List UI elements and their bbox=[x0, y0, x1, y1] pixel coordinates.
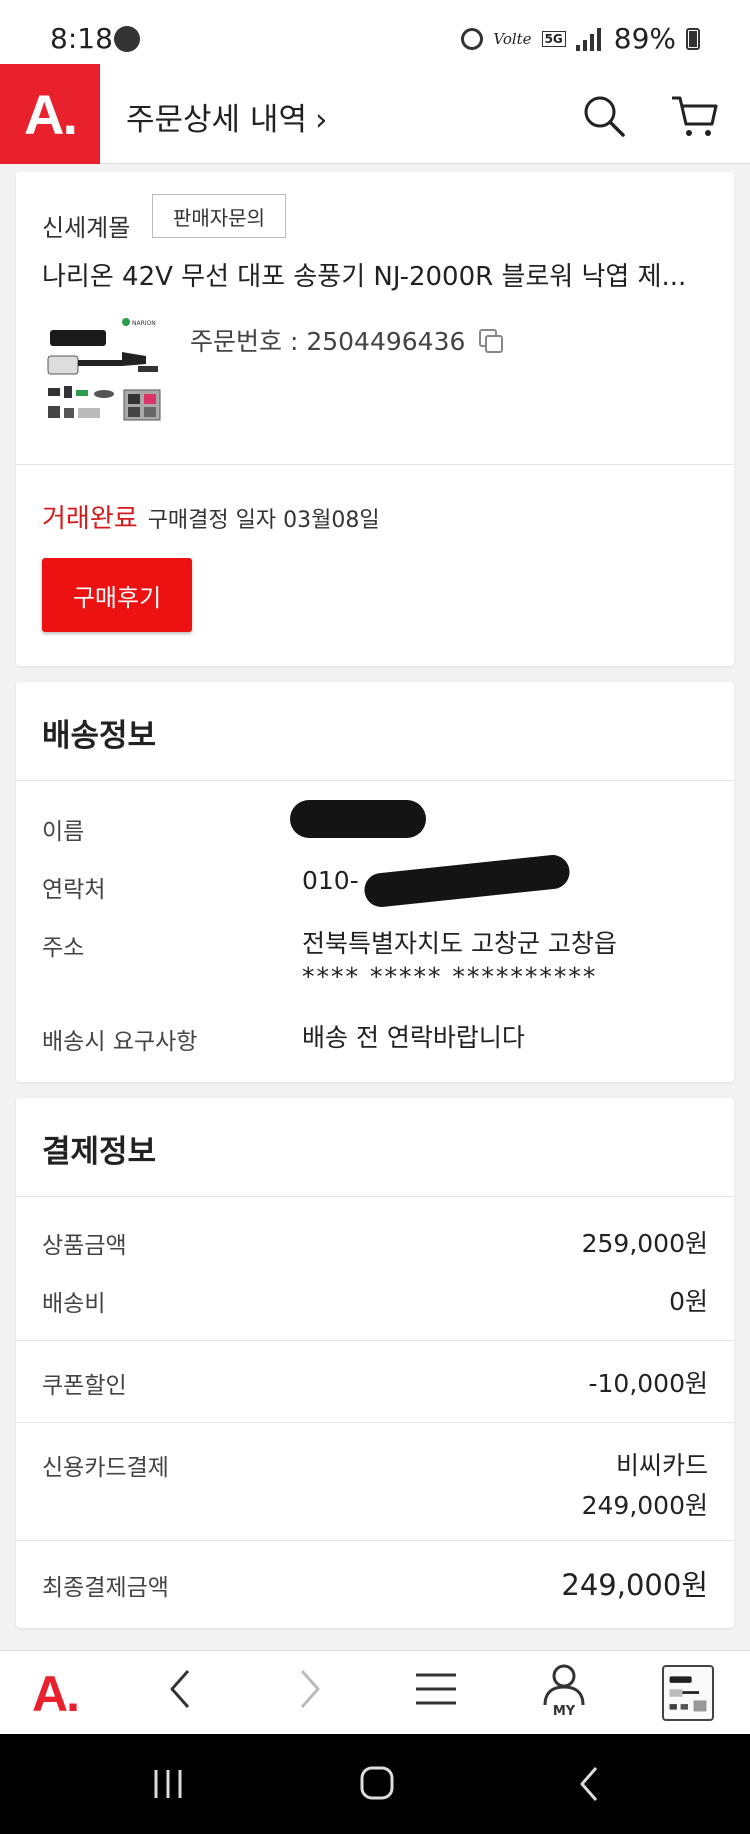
shipping-address-line1: 전북특별자치도 고창군 고창읍 bbox=[302, 929, 617, 958]
battery-percent: 89% bbox=[613, 22, 676, 55]
redaction-mark bbox=[290, 800, 426, 838]
coupon-label: 쿠폰할인 bbox=[42, 1373, 127, 1399]
back-arrow-icon[interactable] bbox=[166, 1667, 194, 1711]
forward-arrow-icon[interactable] bbox=[296, 1667, 324, 1711]
card-name: 비씨카드 bbox=[615, 1451, 708, 1480]
final-amount-value: 249,000원 bbox=[561, 1568, 708, 1602]
payment-info-card: 결제정보 상품금액 259,000원 배송비 0원 쿠폰할인 -10,000원 … bbox=[16, 1098, 734, 1628]
write-review-button[interactable]: 구매후기 bbox=[42, 558, 192, 632]
divider bbox=[16, 1422, 734, 1423]
status-badge: 거래완료 bbox=[42, 504, 138, 534]
card-amount: 249,000원 bbox=[581, 1491, 708, 1520]
order-status: 거래완료 구매결정 일자 03월08일 bbox=[42, 498, 380, 535]
home-logo[interactable]: A. bbox=[32, 1665, 80, 1723]
seller-name[interactable]: 신세계몰 bbox=[42, 208, 130, 243]
recent-product-thumbnail[interactable] bbox=[662, 1665, 714, 1721]
alarm-icon bbox=[461, 27, 484, 50]
my-label: MY bbox=[552, 1704, 576, 1719]
status-icons: Volte 5G 89% bbox=[461, 22, 700, 55]
section-title: 결제정보 bbox=[42, 1134, 157, 1170]
section-title: 배송정보 bbox=[42, 718, 157, 754]
menu-icon[interactable] bbox=[414, 1667, 458, 1711]
volte-indicator: Volte bbox=[493, 29, 532, 48]
home-icon[interactable] bbox=[358, 1764, 396, 1802]
final-amount-label: 최종결제금액 bbox=[42, 1575, 169, 1601]
purchase-confirm-date: 구매결정 일자 03월08일 bbox=[147, 508, 380, 533]
app-header: A. 주문상세 내역 › bbox=[0, 64, 750, 164]
divider bbox=[16, 1340, 734, 1341]
product-brand: NARION bbox=[132, 320, 156, 327]
copy-icon[interactable] bbox=[479, 329, 504, 353]
shipping-fee-value: 0원 bbox=[669, 1287, 708, 1316]
app-logo[interactable]: A. bbox=[0, 64, 100, 164]
shipping-address-line2: **** ***** ********** bbox=[302, 962, 598, 991]
user-icon bbox=[543, 1664, 585, 1705]
weather-icon bbox=[114, 26, 140, 52]
shipping-phone-label: 연락처 bbox=[42, 877, 106, 903]
network-indicator: 5G bbox=[541, 30, 566, 47]
shipping-fee-label: 배송비 bbox=[42, 1291, 106, 1317]
contact-seller-button[interactable]: 판매자문의 bbox=[152, 194, 286, 238]
shipping-request-value: 배송 전 연락바랍니다 bbox=[302, 1023, 525, 1052]
system-navigation-bar bbox=[0, 1734, 750, 1834]
bottom-navigation: A. MY bbox=[0, 1650, 750, 1734]
product-thumbnail[interactable]: NARION bbox=[42, 312, 166, 440]
product-amount-label: 상품금액 bbox=[42, 1233, 127, 1259]
back-icon[interactable] bbox=[576, 1764, 602, 1804]
product-amount-value: 259,000원 bbox=[581, 1229, 708, 1258]
my-page-button[interactable]: MY bbox=[538, 1663, 590, 1719]
order-number: 주문번호 : 2504496436 bbox=[190, 322, 504, 358]
chevron-right-icon: › bbox=[314, 102, 328, 138]
battery-icon bbox=[686, 27, 700, 50]
product-name[interactable]: 나리온 42V 무선 대포 송풍기 NJ-2000R 블로워 낙엽 제... bbox=[42, 256, 712, 293]
shipping-address-label: 주소 bbox=[42, 935, 85, 961]
signal-icon bbox=[575, 27, 604, 51]
redaction-mark bbox=[362, 853, 572, 909]
status-time: 8:18 bbox=[50, 22, 113, 55]
page-title-text: 주문상세 내역 bbox=[126, 102, 307, 138]
recent-apps-icon[interactable] bbox=[150, 1766, 186, 1802]
status-bar: 8:18 Volte 5G 89% bbox=[0, 0, 750, 64]
search-icon[interactable] bbox=[582, 94, 626, 138]
divider bbox=[16, 464, 734, 465]
coupon-value: -10,000원 bbox=[588, 1369, 709, 1398]
shipping-phone-value: 010- bbox=[302, 866, 359, 895]
order-summary-card: 신세계몰 판매자문의 나리온 42V 무선 대포 송풍기 NJ-2000R 블로… bbox=[16, 172, 734, 666]
order-number-text: 주문번호 : 2504496436 bbox=[190, 327, 466, 356]
shipping-name-label: 이름 bbox=[42, 819, 85, 845]
cart-icon[interactable] bbox=[670, 94, 718, 138]
divider bbox=[16, 1196, 734, 1197]
divider bbox=[16, 780, 734, 781]
shipping-info-card: 배송정보 이름 연락처 010- 주소 전북특별자치도 고창군 고창읍 ****… bbox=[16, 682, 734, 1082]
shipping-request-label: 배송시 요구사항 bbox=[42, 1029, 198, 1055]
page-title[interactable]: 주문상세 내역 › bbox=[126, 94, 327, 139]
card-payment-label: 신용카드결제 bbox=[42, 1455, 169, 1481]
divider bbox=[16, 1540, 734, 1541]
